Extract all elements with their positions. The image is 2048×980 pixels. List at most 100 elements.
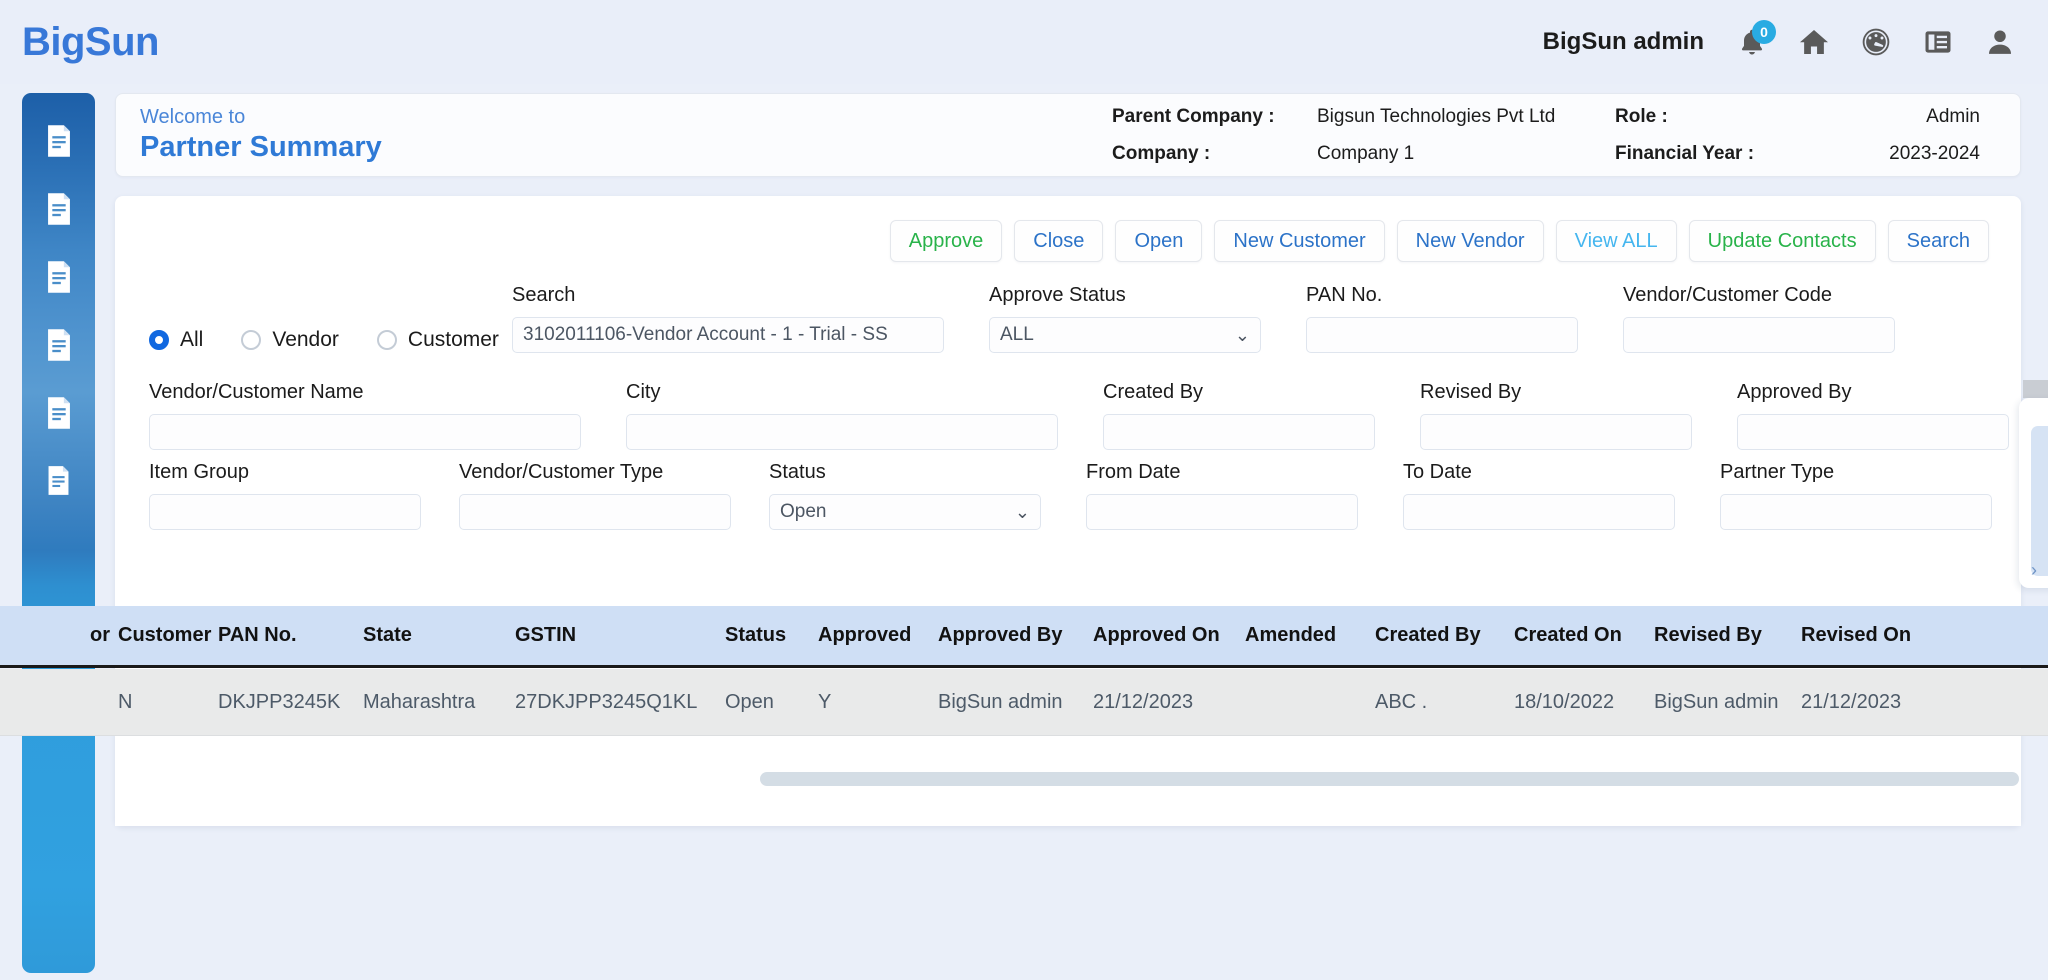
new-vendor-button[interactable]: New Vendor bbox=[1396, 220, 1544, 262]
column-header-revised-by[interactable]: Revised By bbox=[1654, 624, 1801, 647]
sidebar-item-6[interactable] bbox=[22, 449, 95, 517]
radio-customer-label: Customer bbox=[407, 328, 499, 351]
vendor-customer-code-input[interactable] bbox=[1623, 317, 1895, 353]
view-all-button[interactable]: View ALL bbox=[1555, 220, 1677, 262]
cell-status: Open bbox=[725, 690, 774, 713]
update-contacts-button[interactable]: Update Contacts bbox=[1688, 220, 1876, 262]
document-icon bbox=[44, 260, 74, 299]
filter-pan-no: PAN No. bbox=[1306, 284, 1578, 353]
radio-vendor-dot bbox=[241, 330, 262, 350]
city-input[interactable] bbox=[626, 414, 1058, 450]
vendor-customer-code-label: Vendor/Customer Code bbox=[1623, 284, 1833, 306]
search-button[interactable]: Search bbox=[1887, 220, 1989, 262]
results-table-header: or Customer PAN No. State GSTIN Status A… bbox=[0, 606, 2048, 668]
header-actions: BigSun admin 0 bbox=[1542, 20, 2020, 62]
sidebar-item-5[interactable] bbox=[22, 381, 95, 449]
current-user-label: BigSun admin bbox=[1542, 28, 1704, 55]
column-header-created-by[interactable]: Created By bbox=[1375, 624, 1514, 647]
chevron-right-icon[interactable]: › bbox=[2031, 560, 2037, 581]
sidebar-item-1[interactable] bbox=[22, 109, 95, 177]
cell-customer: N bbox=[118, 690, 133, 713]
document-icon bbox=[44, 124, 74, 163]
column-header-revised-on[interactable]: Revised On bbox=[1801, 624, 1941, 647]
revised-by-label: Revised By bbox=[1420, 381, 1522, 403]
column-header-vendor[interactable]: or bbox=[0, 624, 118, 647]
column-header-created-on[interactable]: Created On bbox=[1514, 624, 1654, 647]
dashboard-button[interactable] bbox=[1856, 22, 1896, 62]
approve-status-label: Approve Status bbox=[989, 284, 1126, 306]
to-date-label: To Date bbox=[1403, 461, 1472, 483]
partner-scope-radios: All Vendor Customer bbox=[149, 310, 512, 370]
right-panel-handle[interactable] bbox=[2023, 380, 2048, 398]
filter-partner-type: Partner Type bbox=[1720, 461, 1992, 530]
top-header-bar: BigSun BigSun admin 0 bbox=[0, 0, 2048, 84]
column-header-gstin[interactable]: GSTIN bbox=[515, 624, 725, 647]
vendor-customer-name-input[interactable] bbox=[149, 414, 581, 450]
role-meta-column: Role : Admin Financial Year : 2023-2024 bbox=[1615, 98, 1980, 172]
filter-approve-status: Approve Status ALL ⌄ bbox=[989, 284, 1261, 353]
item-group-input[interactable] bbox=[149, 494, 421, 530]
app-logo[interactable]: BigSun bbox=[22, 20, 159, 65]
role-row: Role : Admin bbox=[1615, 98, 1980, 135]
column-header-approved-by[interactable]: Approved By bbox=[938, 624, 1093, 647]
city-label: City bbox=[626, 381, 661, 403]
table-horizontal-scrollbar[interactable] bbox=[760, 772, 2019, 786]
profile-button[interactable] bbox=[1980, 22, 2020, 62]
partner-type-input[interactable] bbox=[1720, 494, 1992, 530]
new-customer-button[interactable]: New Customer bbox=[1214, 220, 1385, 262]
filter-row-1: All Vendor Customer Search Approve Statu… bbox=[149, 284, 1987, 370]
approve-status-select[interactable]: ALL ⌄ bbox=[989, 317, 1261, 353]
sidebar-item-3[interactable] bbox=[22, 245, 95, 313]
scrollbar-thumb[interactable] bbox=[760, 772, 2019, 786]
radio-customer[interactable]: Customer bbox=[376, 328, 499, 352]
cell-revised-by: BigSun admin bbox=[1654, 690, 1779, 713]
filter-search: Search bbox=[512, 284, 944, 353]
filter-item-group: Item Group bbox=[149, 461, 421, 530]
column-header-customer[interactable]: Customer bbox=[118, 624, 218, 647]
parent-company-row: Parent Company : Bigsun Technologies Pvt… bbox=[1112, 98, 1615, 135]
vendor-customer-type-input[interactable] bbox=[459, 494, 731, 530]
filter-row-2: Vendor/Customer Name City Created By Rev… bbox=[149, 381, 2009, 450]
column-header-amended[interactable]: Amended bbox=[1245, 624, 1375, 647]
radio-vendor[interactable]: Vendor bbox=[241, 328, 339, 352]
status-value: Open bbox=[780, 501, 827, 522]
filter-created-by: Created By bbox=[1103, 381, 1375, 450]
sidebar-item-4[interactable] bbox=[22, 313, 95, 381]
search-input[interactable] bbox=[512, 317, 944, 353]
open-button[interactable]: Open bbox=[1115, 220, 1203, 262]
column-header-status[interactable]: Status bbox=[725, 624, 818, 647]
role-label: Role : bbox=[1615, 105, 1668, 127]
right-side-panel-surface[interactable] bbox=[2031, 426, 2048, 576]
notifications-button[interactable]: 0 bbox=[1732, 20, 1776, 62]
column-header-approved[interactable]: Approved bbox=[818, 624, 938, 647]
created-by-input[interactable] bbox=[1103, 414, 1375, 450]
pan-no-input[interactable] bbox=[1306, 317, 1578, 353]
approved-by-input[interactable] bbox=[1737, 414, 2009, 450]
column-header-state[interactable]: State bbox=[363, 624, 515, 647]
close-button[interactable]: Close bbox=[1014, 220, 1104, 262]
vendor-customer-type-label: Vendor/Customer Type bbox=[459, 461, 664, 483]
home-button[interactable] bbox=[1794, 22, 1834, 62]
column-header-approved-on[interactable]: Approved On bbox=[1093, 624, 1245, 647]
table-row[interactable]: N DKJPP3245K Maharashtra 27DKJPP3245Q1KL… bbox=[0, 669, 2048, 736]
status-select[interactable]: Open ⌄ bbox=[769, 494, 1041, 530]
from-date-input[interactable] bbox=[1086, 494, 1358, 530]
sidebar-item-2[interactable] bbox=[22, 177, 95, 245]
to-date-input[interactable] bbox=[1403, 494, 1675, 530]
revised-by-input[interactable] bbox=[1420, 414, 1692, 450]
column-header-pan-no[interactable]: PAN No. bbox=[218, 624, 363, 647]
filter-city: City bbox=[626, 381, 1058, 450]
cell-approved: Y bbox=[818, 690, 832, 713]
welcome-greeting: Welcome to bbox=[140, 106, 246, 129]
radio-all[interactable]: All bbox=[149, 328, 203, 352]
approve-button[interactable]: Approve bbox=[889, 220, 1003, 262]
document-icon bbox=[44, 396, 74, 435]
radio-vendor-label: Vendor bbox=[272, 328, 339, 351]
approved-by-label: Approved By bbox=[1737, 381, 1852, 403]
company-row: Company : Company 1 bbox=[1112, 135, 1615, 172]
reports-list-button[interactable] bbox=[1918, 22, 1958, 62]
filter-from-date: From Date bbox=[1086, 461, 1358, 530]
document-icon bbox=[45, 465, 72, 501]
from-date-label: From Date bbox=[1086, 461, 1181, 483]
financial-year-label: Financial Year : bbox=[1615, 142, 1755, 164]
